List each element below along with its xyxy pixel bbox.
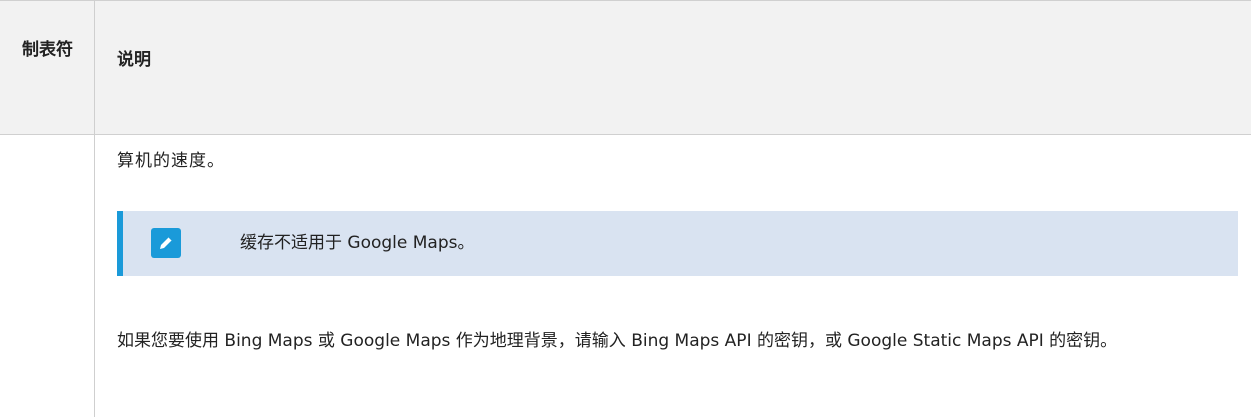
column-header-tab: 制表符 (22, 40, 73, 60)
table-header: 制表符 说明 (0, 0, 1251, 135)
column-divider (94, 0, 95, 417)
pencil-icon (151, 228, 181, 258)
note-text: 缓存不适用于 Google Maps。 (240, 233, 475, 253)
note-callout: 缓存不适用于 Google Maps。 (117, 211, 1238, 276)
description-paragraph-2: 如果您要使用 Bing Maps 或 Google Maps 作为地理背景，请输… (117, 331, 1118, 351)
column-header-description: 说明 (117, 50, 151, 70)
description-paragraph-1: 算机的速度。 (117, 151, 225, 171)
parameter-table: 制表符 说明 算机的速度。 缓存不适用于 Google Maps。 如果您要使用… (0, 0, 1251, 417)
